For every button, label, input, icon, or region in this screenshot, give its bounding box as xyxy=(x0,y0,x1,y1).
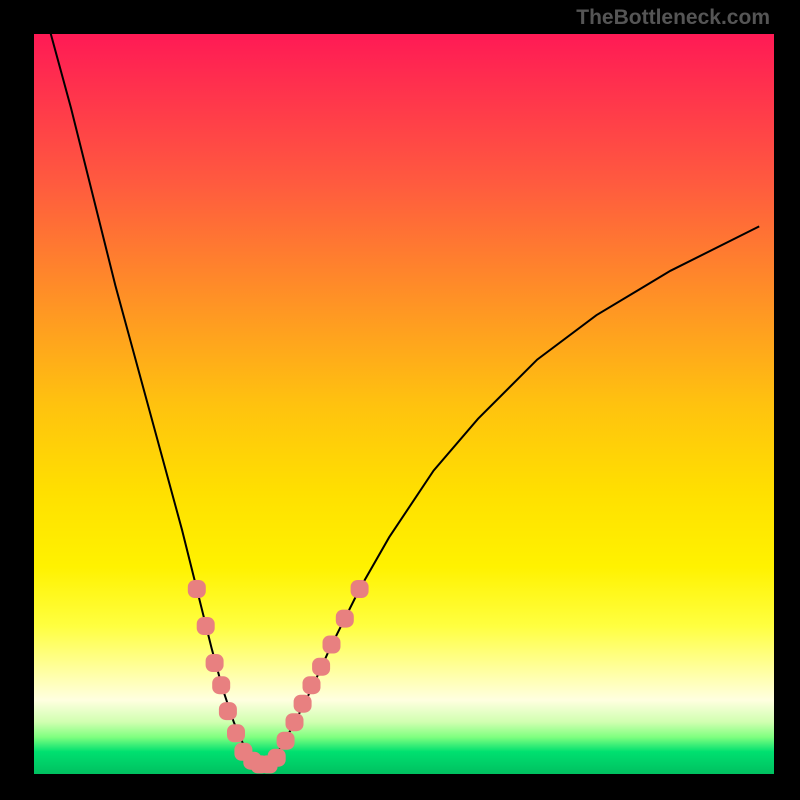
bottleneck-curve xyxy=(49,34,759,763)
curve-marker xyxy=(219,702,237,720)
curve-marker xyxy=(303,676,321,694)
curve-marker xyxy=(323,636,341,654)
bottleneck-chart xyxy=(34,34,774,774)
curve-marker xyxy=(351,580,369,598)
curve-marker xyxy=(197,617,215,635)
curve-marker xyxy=(336,610,354,628)
curve-marker xyxy=(294,695,312,713)
curve-marker xyxy=(268,749,286,767)
curve-marker xyxy=(188,580,206,598)
attribution-text: TheBottleneck.com xyxy=(576,6,770,30)
curve-marker xyxy=(227,724,245,742)
curve-marker xyxy=(206,654,224,672)
curve-marker xyxy=(312,658,330,676)
curve-marker xyxy=(286,713,304,731)
curve-markers xyxy=(188,580,369,773)
curve-marker xyxy=(212,676,230,694)
curve-marker xyxy=(277,732,295,750)
